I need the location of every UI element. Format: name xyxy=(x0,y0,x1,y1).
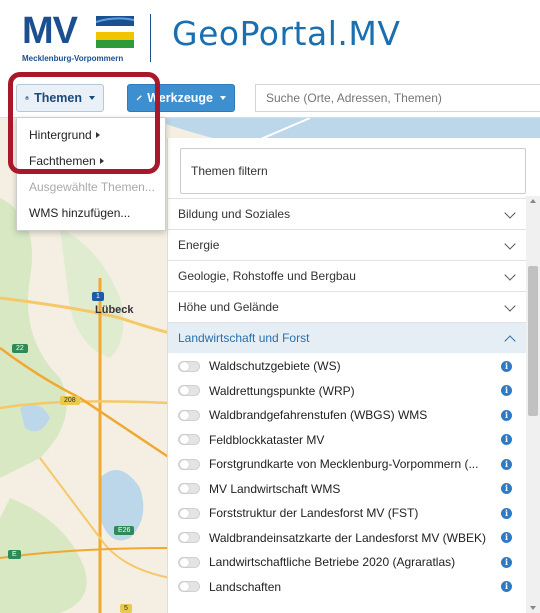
layer-toggle[interactable] xyxy=(178,581,200,593)
layer-item: Waldschutzgebiete (WS) i xyxy=(168,354,526,379)
header: MV Mecklenburg-Vorpommern GeoPortal.MV xyxy=(0,0,540,78)
road-shield-e: E xyxy=(8,550,21,559)
category-label: Geologie, Rohstoffe und Bergbau xyxy=(178,269,356,283)
scroll-thumb[interactable] xyxy=(528,266,538,416)
layer-item: Waldbrandgefahrenstufen (WBGS) WMS i xyxy=(168,403,526,428)
info-icon[interactable]: i xyxy=(501,556,512,568)
portal-title[interactable]: GeoPortal.MV xyxy=(172,14,400,53)
category-landwirtschaft-und-forst[interactable]: Landwirtschaft und Forst xyxy=(168,322,526,353)
caret-right-icon xyxy=(95,132,100,138)
layer-item: Feldblockkataster MV i xyxy=(168,428,526,453)
menu-item-wms-hinzufuegen[interactable]: WMS hinzufügen... xyxy=(17,200,165,226)
chevron-down-icon xyxy=(220,96,226,100)
chevron-up-icon xyxy=(504,335,516,347)
info-icon[interactable]: i xyxy=(501,409,512,421)
road-shield-1: 1 xyxy=(92,292,104,301)
category-energie[interactable]: Energie xyxy=(168,229,526,260)
themes-panel: Themen filtern Bildung und Soziales Ener… xyxy=(167,138,540,613)
category-label: Höhe und Gelände xyxy=(178,300,279,314)
themen-filter-input[interactable]: Themen filtern xyxy=(180,148,526,194)
menu-item-label: WMS hinzufügen... xyxy=(29,206,131,220)
info-icon[interactable]: i xyxy=(501,360,512,372)
logo-text: MV xyxy=(22,10,78,52)
chevron-down-icon xyxy=(504,269,516,281)
layer-label: Forstgrundkarte von Mecklenburg-Vorpomme… xyxy=(209,457,479,472)
themen-button-label: Themen xyxy=(34,91,82,105)
info-icon[interactable]: i xyxy=(501,507,512,519)
chevron-down-icon xyxy=(504,300,516,312)
category-geologie[interactable]: Geologie, Rohstoffe und Bergbau xyxy=(168,260,526,291)
werkzeuge-button[interactable]: Werkzeuge xyxy=(127,84,235,112)
layer-item: Waldbrandeinsatzkarte der Landesforst MV… xyxy=(168,526,526,551)
chevron-down-icon xyxy=(504,207,516,219)
layer-toggle[interactable] xyxy=(178,532,200,544)
logo-subtitle: Mecklenburg-Vorpommern xyxy=(22,54,124,63)
menu-item-ausgewaehlte-themen: Ausgewählte Themen... xyxy=(17,174,165,200)
layer-toggle[interactable] xyxy=(178,483,200,495)
menu-item-label: Ausgewählte Themen... xyxy=(29,180,155,194)
menu-item-hintergrund[interactable]: Hintergrund xyxy=(17,122,165,148)
layer-label: Waldrettungspunkte (WRP) xyxy=(209,383,355,398)
road-shield-22: 22 xyxy=(12,344,28,353)
layer-label: Feldblockkataster MV xyxy=(209,432,325,447)
layer-label: Waldschutzgebiete (WS) xyxy=(209,359,341,374)
road-shield-208: 208 xyxy=(60,396,80,405)
layer-item: Forststruktur der Landesforst MV (FST) i xyxy=(168,501,526,526)
layer-toggle[interactable] xyxy=(178,360,200,372)
menu-item-label: Fachthemen xyxy=(29,154,96,168)
layer-toggle[interactable] xyxy=(178,507,200,519)
info-icon[interactable]: i xyxy=(501,434,512,446)
layer-label: Waldbrandgefahrenstufen (WBGS) WMS xyxy=(209,408,428,423)
info-icon[interactable]: i xyxy=(501,385,512,397)
themen-button[interactable]: Themen xyxy=(16,84,104,112)
info-icon[interactable]: i xyxy=(501,532,512,544)
chevron-down-icon xyxy=(504,238,516,250)
scroll-up-icon[interactable] xyxy=(530,199,536,203)
flag-icon xyxy=(96,16,134,48)
layer-toggle[interactable] xyxy=(178,385,200,397)
panel-scrollbar[interactable] xyxy=(526,196,540,613)
layer-label: Landschaften xyxy=(209,579,282,594)
layers-icon xyxy=(25,96,29,100)
layer-label: MV Landwirtschaft WMS xyxy=(209,481,341,496)
themen-dropdown-menu: Hintergrund Fachthemen Ausgewählte Theme… xyxy=(16,117,166,231)
layer-label: Landwirtschaftliche Betriebe 2020 (Agrar… xyxy=(209,555,456,570)
road-shield-5: 5 xyxy=(120,604,132,613)
layer-item: MV Landwirtschaft WMS i xyxy=(168,477,526,502)
layer-item: Landwirtschaftliche Betriebe 2020 (Agrar… xyxy=(168,550,526,575)
layer-toggle[interactable] xyxy=(178,556,200,568)
layer-label: Forststruktur der Landesforst MV (FST) xyxy=(209,506,419,521)
caret-right-icon xyxy=(99,158,104,164)
category-label: Landwirtschaft und Forst xyxy=(178,331,310,345)
info-icon[interactable]: i xyxy=(501,581,512,593)
scroll-down-icon[interactable] xyxy=(530,606,536,610)
search-input[interactable] xyxy=(255,84,540,112)
layer-item: Waldrettungspunkte (WRP) i xyxy=(168,379,526,404)
filter-label: Themen filtern xyxy=(191,164,268,178)
wrench-icon xyxy=(136,95,142,101)
category-label: Bildung und Soziales xyxy=(178,207,291,221)
header-divider xyxy=(150,14,151,62)
layer-item: Landschaften i xyxy=(168,575,526,600)
mv-logo[interactable]: MV Mecklenburg-Vorpommern xyxy=(22,10,142,63)
layer-toggle[interactable] xyxy=(178,409,200,421)
info-icon[interactable]: i xyxy=(501,458,512,470)
menu-item-label: Hintergrund xyxy=(29,128,92,142)
menu-item-fachthemen[interactable]: Fachthemen xyxy=(17,148,165,174)
layer-toggle[interactable] xyxy=(178,434,200,446)
chevron-down-icon xyxy=(89,96,95,100)
layer-toggle[interactable] xyxy=(178,458,200,470)
werkzeuge-button-label: Werkzeuge xyxy=(147,91,213,105)
info-icon[interactable]: i xyxy=(501,483,512,495)
toolbar: Themen Werkzeuge xyxy=(0,78,540,118)
category-hoehe-und-gelaende[interactable]: Höhe und Gelände xyxy=(168,291,526,322)
layer-label: Waldbrandeinsatzkarte der Landesforst MV… xyxy=(209,530,487,545)
city-label-luebeck: Lübeck xyxy=(95,304,134,316)
layer-item: Forstgrundkarte von Mecklenburg-Vorpomme… xyxy=(168,452,526,477)
category-bildung-und-soziales[interactable]: Bildung und Soziales xyxy=(168,198,526,229)
road-shield-e26: E26 xyxy=(114,526,135,535)
category-label: Energie xyxy=(178,238,220,252)
